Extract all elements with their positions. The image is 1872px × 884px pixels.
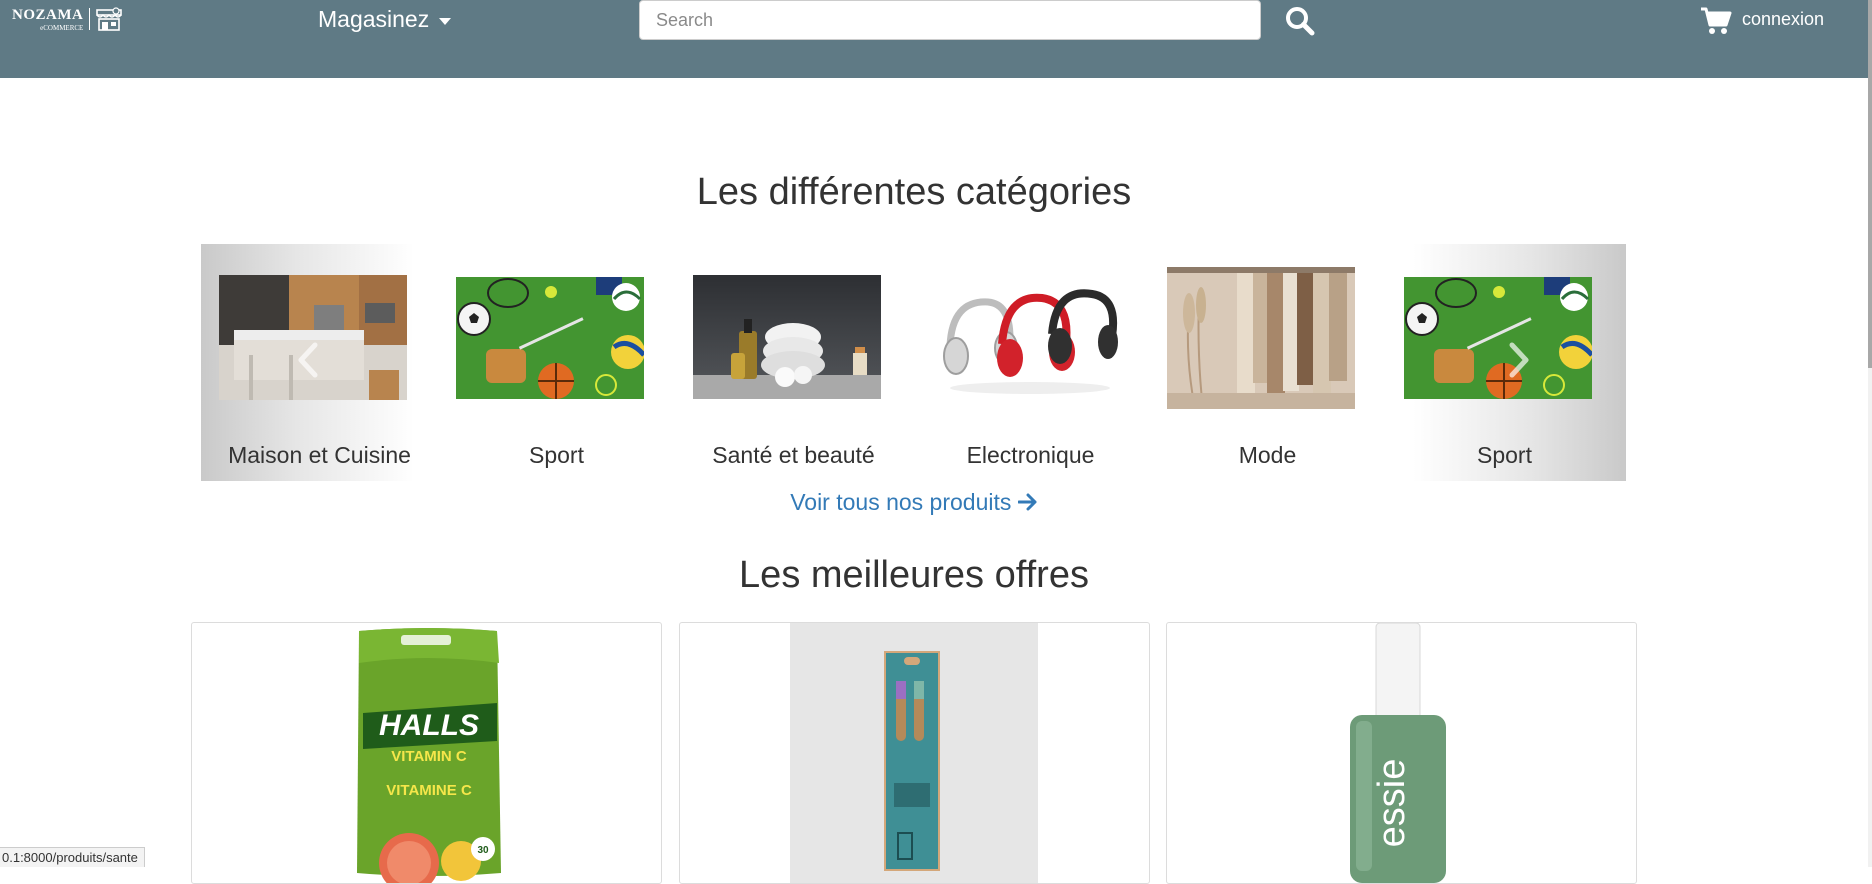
product-card[interactable]: HALLS VITAMIN C VITAMINE C 30 [191,622,662,884]
category-sport[interactable]: Sport [1386,244,1623,481]
all-products-link-label: Voir tous nos produits [790,489,1012,515]
category-label: Santé et beauté [712,442,875,468]
toothbrush-product-image [790,623,1038,883]
all-products-link[interactable]: Voir tous nos produits [0,489,1828,516]
category-sante-beaute[interactable]: Santé et beauté [675,244,912,481]
halls-product-image: HALLS VITAMIN C VITAMINE C 30 [357,628,501,883]
categories-carousel: Maison et Cuisine Sport Santé et beauté … [201,244,1626,481]
category-label: Sport [1477,442,1532,468]
category-mode[interactable]: Mode [1149,244,1386,481]
logo-text: NOZAMA [12,7,84,23]
search-icon[interactable] [1284,5,1316,37]
arrow-right-icon [1017,493,1037,511]
category-label: Electronique [966,442,1095,468]
category-electronique[interactable]: Electronique [912,244,1149,481]
cart-icon[interactable] [1700,6,1732,36]
scrollbar[interactable] [1868,0,1872,867]
sports-image [1404,277,1592,399]
navbar: NOZAMA eCOMMERCE Magasinez connexion [0,0,1868,78]
clothes-image [1167,267,1355,409]
essie-product-image: essie [1350,623,1446,883]
category-maison-cuisine[interactable]: Maison et Cuisine [201,244,438,481]
headphones-image [930,268,1118,402]
storefront-icon [96,7,123,31]
logo[interactable]: NOZAMA eCOMMERCE [12,6,123,33]
sports-image [456,277,644,399]
halls-count: 30 [477,845,489,856]
category-sport[interactable]: Sport [438,244,675,481]
beauty-image [693,275,881,399]
logo-wordmark: NOZAMA eCOMMERCE [12,6,84,33]
product-card[interactable] [679,622,1150,884]
categories-title: Les différentes catégories [696,171,1132,213]
product-card[interactable]: essie [1166,622,1637,884]
halls-brand: HALLS [379,709,479,742]
chevron-left-icon[interactable] [297,342,319,378]
status-bar-url: 0.1:8000/produits/sante [0,847,145,867]
category-label: Maison et Cuisine [228,442,411,468]
scrollbar-thumb[interactable] [1868,0,1872,368]
chevron-down-icon [439,17,452,25]
chevron-right-icon[interactable] [1508,342,1530,378]
shop-dropdown[interactable]: Magasinez [318,6,452,33]
search-input[interactable] [639,0,1261,40]
offers-title: Les meilleures offres [739,554,1089,596]
logo-subtext: eCOMMERCE [40,24,84,32]
kitchen-image [219,275,407,400]
category-label: Sport [529,442,584,468]
login-link[interactable]: connexion [1742,9,1824,30]
halls-line2: VITAMINE C [386,782,472,799]
essie-brand: essie [1371,759,1413,848]
category-label: Mode [1238,442,1297,468]
shop-dropdown-label: Magasinez [318,6,430,32]
halls-line1: VITAMIN C [391,748,467,765]
logo-divider [89,8,91,30]
